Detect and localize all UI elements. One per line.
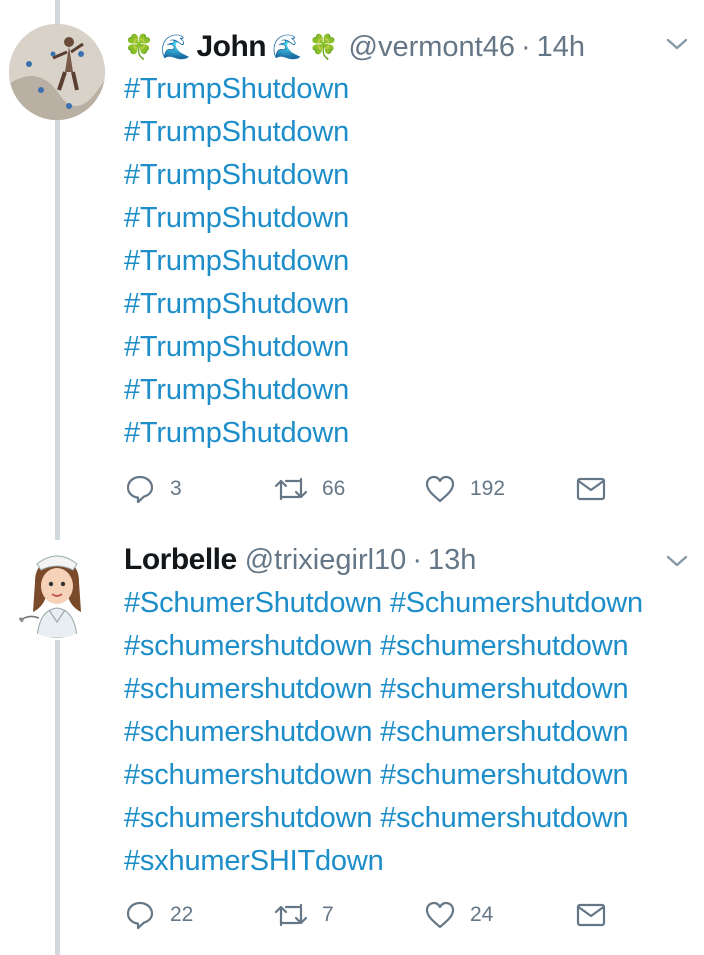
reply-button[interactable]: 22 bbox=[124, 895, 193, 935]
direct-message-button[interactable] bbox=[576, 469, 606, 509]
tweet-2-text: #SchumerShutdown #Schumershutdown #schum… bbox=[124, 582, 643, 883]
like-button[interactable]: 192 bbox=[424, 469, 505, 509]
retweet-count: 7 bbox=[322, 903, 334, 926]
like-count: 24 bbox=[470, 903, 494, 926]
hashtag-line[interactable]: #SchumerShutdown #Schumershutdown bbox=[124, 582, 643, 625]
reply-count: 3 bbox=[170, 477, 182, 500]
hashtag-line[interactable]: #TrumpShutdown bbox=[124, 240, 349, 283]
tweet-2[interactable]: Lorbelle @trixiegirl10 · 13h #SchumerShu… bbox=[0, 540, 704, 955]
hashtag-line[interactable]: #TrumpShutdown bbox=[124, 412, 349, 455]
separator-dot: · bbox=[412, 543, 422, 576]
like-icon bbox=[425, 901, 455, 929]
retweet-button[interactable]: 66 bbox=[274, 469, 345, 509]
timestamp[interactable]: 13h bbox=[428, 544, 476, 577]
hashtag-line[interactable]: #TrumpShutdown bbox=[124, 68, 349, 111]
separator-dot: · bbox=[521, 30, 531, 63]
avatar-lorbelle[interactable] bbox=[9, 542, 105, 638]
reply-count: 22 bbox=[170, 903, 194, 926]
direct-message-icon bbox=[576, 477, 606, 501]
avatar-john[interactable] bbox=[9, 24, 105, 120]
hashtag-line[interactable]: #TrumpShutdown bbox=[124, 326, 349, 369]
retweet-icon bbox=[274, 477, 308, 501]
like-button[interactable]: 24 bbox=[424, 895, 493, 935]
hashtag-line[interactable]: #TrumpShutdown bbox=[124, 283, 349, 326]
like-count: 192 bbox=[470, 477, 506, 500]
timestamp[interactable]: 14h bbox=[537, 31, 585, 64]
user-handle[interactable]: @vermont46 bbox=[349, 31, 515, 64]
like-icon bbox=[425, 475, 455, 503]
retweet-button[interactable]: 7 bbox=[274, 895, 334, 935]
hashtag-line[interactable]: #sxhumerSHITdown bbox=[124, 840, 643, 883]
display-name[interactable]: Lorbelle bbox=[124, 543, 237, 577]
chevron-down-icon[interactable] bbox=[664, 31, 690, 57]
tweet-1[interactable]: 🍀 🌊 John 🌊 🍀 @vermont46 · 14h #TrumpShut… bbox=[0, 0, 704, 540]
tweet-1-header: 🍀 🌊 John 🌊 🍀 @vermont46 · 14h bbox=[124, 27, 585, 67]
reply-icon bbox=[126, 475, 154, 504]
hashtag-line[interactable]: #TrumpShutdown bbox=[124, 111, 349, 154]
direct-message-button[interactable] bbox=[576, 895, 606, 935]
hashtag-line[interactable]: #schumershutdown #schumershutdown bbox=[124, 754, 643, 797]
name-emoji-before: 🍀 🌊 bbox=[124, 33, 191, 61]
tweet-2-header: Lorbelle @trixiegirl10 · 13h bbox=[124, 540, 476, 580]
chevron-down-icon[interactable] bbox=[664, 548, 690, 574]
display-name[interactable]: John bbox=[196, 30, 266, 64]
climber-avatar-image bbox=[9, 24, 105, 120]
nurse-avatar-image bbox=[9, 542, 105, 638]
hashtag-line[interactable]: #schumershutdown #schumershutdown bbox=[124, 711, 643, 754]
name-emoji-after: 🌊 🍀 bbox=[272, 33, 339, 61]
tweet-1-text: #TrumpShutdown #TrumpShutdown #TrumpShut… bbox=[124, 68, 349, 455]
hashtag-line[interactable]: #TrumpShutdown bbox=[124, 369, 349, 412]
hashtag-line[interactable]: #TrumpShutdown bbox=[124, 154, 349, 197]
user-handle[interactable]: @trixiegirl10 bbox=[245, 544, 407, 577]
hashtag-line[interactable]: #schumershutdown #schumershutdown bbox=[124, 797, 643, 840]
retweet-count: 66 bbox=[322, 477, 346, 500]
reply-icon bbox=[126, 901, 154, 930]
reply-button[interactable]: 3 bbox=[124, 469, 182, 509]
tweet-2-actions: 22 7 24 bbox=[124, 895, 614, 935]
hashtag-line[interactable]: #TrumpShutdown bbox=[124, 197, 349, 240]
retweet-icon bbox=[274, 903, 308, 927]
hashtag-line[interactable]: #schumershutdown #schumershutdown bbox=[124, 668, 643, 711]
tweet-1-actions: 3 66 192 bbox=[124, 469, 614, 509]
direct-message-icon bbox=[576, 903, 606, 927]
hashtag-line[interactable]: #schumershutdown #schumershutdown bbox=[124, 625, 643, 668]
